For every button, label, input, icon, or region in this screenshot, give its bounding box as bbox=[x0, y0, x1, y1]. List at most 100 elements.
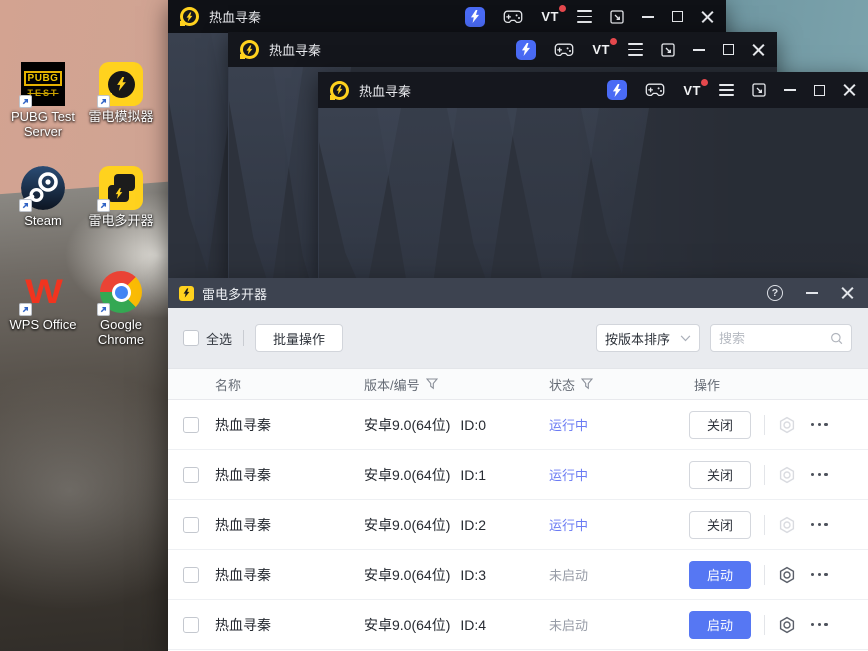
minimize-icon[interactable] bbox=[642, 15, 654, 18]
instance-name: 热血寻秦 bbox=[215, 566, 271, 583]
settings-gear-icon[interactable] bbox=[778, 566, 796, 584]
header-version: 版本/编号 bbox=[364, 377, 420, 393]
desktop-icon-pubg-test-server[interactable]: PUBG TEST PUBG Test Server bbox=[4, 60, 82, 164]
manager-toolbar: 全选 批量操作 按版本排序 bbox=[168, 308, 868, 368]
emulator-titlebar[interactable]: 热血寻秦 VT bbox=[228, 32, 777, 67]
multi-instance-manager-window: 雷电多开器 ? 全选 批量操作 按版本排序 名称 版本/编号 状态 bbox=[168, 278, 868, 651]
minimize-icon[interactable] bbox=[806, 292, 818, 294]
ldplayer-logo-icon bbox=[180, 7, 199, 26]
sort-dropdown[interactable]: 按版本排序 bbox=[596, 324, 700, 352]
shortcut-arrow-icon bbox=[19, 95, 32, 108]
more-options-icon[interactable] bbox=[811, 472, 828, 477]
desktop-icon-label: Steam bbox=[24, 213, 62, 228]
ops-divider bbox=[764, 614, 765, 635]
select-all-label: 全选 bbox=[206, 331, 233, 347]
settings-gear-icon[interactable] bbox=[778, 416, 796, 434]
table-row: 热血寻秦 安卓9.0(64位) ID:3 未启动 启动 bbox=[168, 550, 868, 600]
search-box bbox=[710, 324, 852, 352]
boost-lightning-icon[interactable] bbox=[465, 6, 486, 27]
gamepad-icon[interactable] bbox=[554, 43, 574, 57]
header-status: 状态 bbox=[549, 377, 576, 393]
more-options-icon[interactable] bbox=[811, 622, 828, 627]
vt-alert-dot bbox=[610, 38, 617, 45]
start-button[interactable]: 启动 bbox=[689, 560, 751, 589]
shortcut-arrow-icon bbox=[19, 303, 32, 316]
search-icon bbox=[830, 332, 842, 344]
settings-gear-icon[interactable] bbox=[778, 466, 796, 484]
row-checkbox[interactable] bbox=[183, 616, 199, 633]
menu-icon[interactable] bbox=[577, 10, 592, 23]
maximize-icon[interactable] bbox=[672, 11, 683, 22]
close-icon[interactable] bbox=[841, 287, 854, 300]
ops-divider bbox=[764, 464, 765, 485]
vt-badge[interactable]: VT bbox=[541, 5, 566, 24]
pubg-test-text: TEST bbox=[27, 87, 59, 98]
row-checkbox[interactable] bbox=[183, 416, 199, 433]
ops-divider bbox=[764, 564, 765, 585]
row-checkbox[interactable] bbox=[183, 466, 199, 483]
vt-badge[interactable]: VT bbox=[683, 78, 708, 98]
popout-icon[interactable] bbox=[610, 9, 624, 24]
window-title: 热血寻秦 bbox=[269, 43, 322, 58]
stop-button[interactable]: 关闭 bbox=[689, 410, 751, 439]
status-badge: 运行中 bbox=[549, 468, 589, 483]
maximize-icon[interactable] bbox=[814, 84, 825, 96]
help-icon[interactable]: ? bbox=[767, 285, 783, 301]
filter-funnel-icon[interactable] bbox=[425, 378, 438, 390]
emulator-titlebar[interactable]: 热血寻秦 VT bbox=[168, 0, 726, 33]
menu-icon[interactable] bbox=[628, 43, 643, 56]
gamepad-icon[interactable] bbox=[645, 83, 665, 97]
more-options-icon[interactable] bbox=[811, 572, 828, 577]
header-name: 名称 bbox=[215, 377, 242, 393]
minimize-icon[interactable] bbox=[693, 48, 705, 51]
stop-button[interactable]: 关闭 bbox=[689, 460, 751, 489]
search-input[interactable] bbox=[719, 330, 830, 346]
emulator-window-3: 热血寻秦 VT bbox=[318, 72, 868, 278]
more-options-icon[interactable] bbox=[811, 422, 828, 427]
close-icon[interactable] bbox=[752, 43, 765, 56]
status-badge: 运行中 bbox=[549, 518, 589, 533]
desktop-icon-wps[interactable]: W WPS Office bbox=[4, 268, 82, 372]
stop-button[interactable]: 关闭 bbox=[689, 510, 751, 539]
instance-id: ID:1 bbox=[460, 466, 487, 483]
vt-alert-dot bbox=[701, 78, 708, 86]
chevron-down-icon bbox=[680, 334, 691, 341]
more-options-icon[interactable] bbox=[811, 522, 828, 527]
vt-badge[interactable]: VT bbox=[592, 38, 617, 57]
menu-icon[interactable] bbox=[719, 83, 734, 97]
minimize-icon[interactable] bbox=[784, 89, 796, 91]
emulator-titlebar[interactable]: 热血寻秦 VT bbox=[318, 72, 868, 108]
popout-icon[interactable] bbox=[752, 83, 766, 97]
status-badge: 运行中 bbox=[549, 418, 589, 433]
instance-name: 热血寻秦 bbox=[215, 466, 271, 483]
row-checkbox[interactable] bbox=[183, 516, 199, 533]
start-button[interactable]: 启动 bbox=[689, 610, 751, 639]
batch-operations-button[interactable]: 批量操作 bbox=[255, 324, 344, 352]
boost-lightning-icon[interactable] bbox=[516, 39, 537, 60]
settings-gear-icon[interactable] bbox=[778, 516, 796, 534]
row-checkbox[interactable] bbox=[183, 566, 199, 583]
shortcut-arrow-icon bbox=[97, 95, 110, 108]
boost-lightning-icon[interactable] bbox=[607, 80, 628, 100]
table-row: 热血寻秦 安卓9.0(64位) ID:0 运行中 关闭 bbox=[168, 400, 868, 450]
status-badge: 未启动 bbox=[549, 568, 589, 583]
toolbar-divider bbox=[243, 330, 245, 346]
select-all-checkbox[interactable] bbox=[183, 330, 199, 346]
maximize-icon[interactable] bbox=[723, 44, 734, 55]
close-icon[interactable] bbox=[701, 10, 714, 23]
manager-titlebar[interactable]: 雷电多开器 ? bbox=[168, 278, 868, 308]
desktop-icon-chrome[interactable]: Google Chrome bbox=[82, 268, 160, 372]
table-header: 名称 版本/编号 状态 操作 bbox=[168, 368, 868, 400]
instance-name: 热血寻秦 bbox=[215, 416, 271, 433]
popout-icon[interactable] bbox=[661, 42, 675, 57]
instance-id: ID:3 bbox=[460, 566, 487, 583]
desktop-icon-ld-multi[interactable]: 雷电多开器 bbox=[82, 164, 160, 268]
desktop-icon-label: Google Chrome bbox=[97, 317, 145, 347]
desktop-icon-steam[interactable]: Steam bbox=[4, 164, 82, 268]
window-title: 热血寻秦 bbox=[359, 83, 412, 99]
gamepad-icon[interactable] bbox=[503, 10, 523, 24]
close-icon[interactable] bbox=[843, 84, 856, 97]
filter-funnel-icon[interactable] bbox=[581, 378, 594, 390]
desktop-icon-ldplayer[interactable]: 雷电模拟器 bbox=[82, 60, 160, 164]
settings-gear-icon[interactable] bbox=[778, 616, 796, 634]
